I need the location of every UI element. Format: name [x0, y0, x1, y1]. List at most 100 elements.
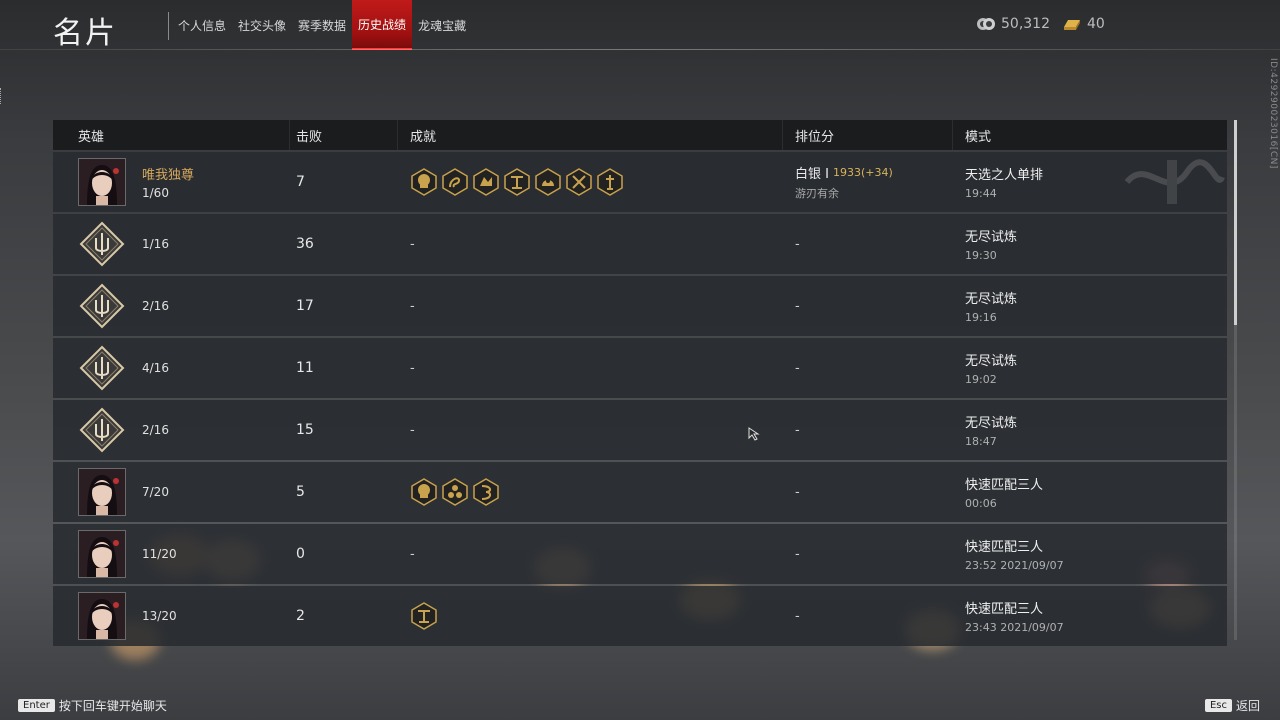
- no-rank: -: [795, 298, 800, 314]
- rank-cell: -: [783, 214, 953, 274]
- rank-tier: 白银 Ⅰ: [795, 167, 829, 182]
- placement: 1/60: [142, 186, 169, 200]
- kills: 2: [296, 608, 305, 624]
- no-achievements: -: [410, 360, 415, 376]
- trial-emblem-icon: [78, 220, 126, 268]
- achievement-triple-icon[interactable]: [441, 478, 469, 506]
- mode-name: 快速匹配三人: [965, 540, 1044, 555]
- tab-personal-info[interactable]: 个人信息: [172, 0, 232, 50]
- table-row[interactable]: 4/16 11 - - 无尽试炼 19:02: [53, 338, 1227, 398]
- rank-cell: -: [783, 586, 953, 646]
- scrollbar-thumb[interactable]: [1234, 120, 1237, 325]
- kills: 17: [296, 298, 314, 314]
- chat-hint[interactable]: Enter 按下回车键开始聊天: [18, 697, 167, 714]
- mode-cell: 无尽试炼 19:16: [953, 276, 1227, 336]
- hero-cell: 2/16: [53, 276, 290, 336]
- chat-hint-text: 按下回车键开始聊天: [58, 699, 167, 713]
- mode-cell: 快速匹配三人 23:52 2021/09/07: [953, 524, 1227, 584]
- rank-cell: -: [783, 462, 953, 522]
- table-row[interactable]: 13/20 2 - 快速匹配三人 23:43 2021/09/07: [53, 586, 1227, 646]
- achievement-skull-icon[interactable]: [410, 168, 438, 196]
- hero-name: 唯我独尊: [142, 168, 195, 183]
- mode-name: 天选之人单排: [965, 168, 1044, 183]
- trial-emblem-icon: [78, 344, 126, 392]
- match-history-table: 英雄 击败 成就 排位分 模式 唯我独尊 1/60 7 白银 Ⅰ 1933(+3…: [53, 120, 1227, 646]
- tab-social-avatar[interactable]: 社交头像: [232, 0, 292, 50]
- tab-dragon-treasure[interactable]: 龙魂宝藏: [412, 0, 472, 50]
- placement: 4/16: [142, 361, 169, 375]
- rank-cell: -: [783, 524, 953, 584]
- achievements: [398, 152, 783, 212]
- trial-emblem-icon: [78, 406, 126, 454]
- trial-emblem-icon: [78, 282, 126, 330]
- mode-name: 无尽试炼: [965, 354, 1018, 369]
- match-time: 19:30: [965, 249, 997, 262]
- achievement-emblem-icon[interactable]: [503, 168, 531, 196]
- no-rank: -: [795, 236, 800, 252]
- title-separator: [168, 12, 169, 40]
- placement: 11/20: [142, 547, 177, 561]
- achievements: -: [398, 338, 783, 398]
- gold-ingot-icon: [1064, 20, 1080, 30]
- table-row[interactable]: 1/16 36 - - 无尽试炼 19:30: [53, 214, 1227, 274]
- achievement-skull-icon[interactable]: [410, 478, 438, 506]
- table-scrollbar[interactable]: [1234, 120, 1237, 640]
- table-row[interactable]: 唯我独尊 1/60 7 白银 Ⅰ 1933(+34) 游刃有余 天选之人单排 1…: [53, 152, 1227, 212]
- table-row[interactable]: 2/16 17 - - 无尽试炼 19:16: [53, 276, 1227, 336]
- side-marker: [0, 88, 4, 104]
- no-rank: -: [795, 546, 800, 562]
- achievements: -: [398, 524, 783, 584]
- placement: 7/20: [142, 485, 169, 499]
- table-header: 英雄 击败 成就 排位分 模式: [53, 120, 1227, 150]
- placement: 2/16: [142, 299, 169, 313]
- column-achievements: 成就: [398, 120, 783, 150]
- tab-season-data[interactable]: 赛季数据: [292, 0, 352, 50]
- page-title: 名片: [53, 16, 117, 51]
- rank-cell: -: [783, 400, 953, 460]
- achievements: -: [398, 214, 783, 274]
- achievement-helmet-icon[interactable]: [534, 168, 562, 196]
- no-rank: -: [795, 422, 800, 438]
- no-achievements: -: [410, 236, 415, 252]
- achievements: -: [398, 400, 783, 460]
- column-mode: 模式: [965, 129, 992, 145]
- achievement-warrior-icon[interactable]: [596, 168, 624, 196]
- hero-cell: 2/16: [53, 400, 290, 460]
- kills: 11: [296, 360, 314, 376]
- rank-cell: 白银 Ⅰ 1933(+34) 游刃有余: [783, 152, 953, 212]
- rank-cell: -: [783, 338, 953, 398]
- mode-name: 无尽试炼: [965, 292, 1018, 307]
- achievement-warrior-icon[interactable]: [472, 478, 500, 506]
- achievement-dragon-icon[interactable]: [441, 168, 469, 196]
- no-achievements: -: [410, 298, 415, 314]
- kills: 36: [296, 236, 314, 252]
- esc-key: Esc: [1204, 699, 1232, 712]
- table-row[interactable]: 7/20 5 - 快速匹配三人 00:06: [53, 462, 1227, 522]
- ornament-decoration: [1124, 159, 1225, 204]
- achievements: [398, 462, 783, 522]
- topbar-divider: [0, 49, 1280, 50]
- achievement-swords-icon[interactable]: [565, 168, 593, 196]
- tab-match-history[interactable]: 历史战绩: [352, 0, 413, 50]
- coins-balance: 50,312: [976, 16, 1050, 32]
- back-button[interactable]: Esc 返回: [1204, 697, 1260, 714]
- table-row[interactable]: 2/16 15 - - 无尽试炼 18:47: [53, 400, 1227, 460]
- mouse-cursor-icon: [748, 427, 760, 441]
- achievements: [398, 586, 783, 646]
- mode-name: 无尽试炼: [965, 416, 1018, 431]
- kills: 5: [296, 484, 305, 500]
- gold-value: 40: [1087, 16, 1105, 32]
- coins-icon: [977, 18, 995, 30]
- mode-name: 快速匹配三人: [965, 478, 1044, 493]
- tab-bar: 个人信息 社交头像 赛季数据 历史战绩 龙魂宝藏: [172, 0, 472, 50]
- match-time: 19:02: [965, 373, 997, 386]
- column-hero: 英雄: [53, 120, 290, 150]
- achievement-emblem-icon[interactable]: [410, 602, 438, 630]
- hero-portrait: [78, 468, 126, 516]
- hero-cell: 13/20: [53, 586, 290, 646]
- achievement-beast-icon[interactable]: [472, 168, 500, 196]
- hero-cell: 4/16: [53, 338, 290, 398]
- table-row[interactable]: 11/20 0 - - 快速匹配三人 23:52 2021/09/07: [53, 524, 1227, 584]
- hero-cell: 唯我独尊 1/60: [53, 152, 290, 212]
- hero-cell: 11/20: [53, 524, 290, 584]
